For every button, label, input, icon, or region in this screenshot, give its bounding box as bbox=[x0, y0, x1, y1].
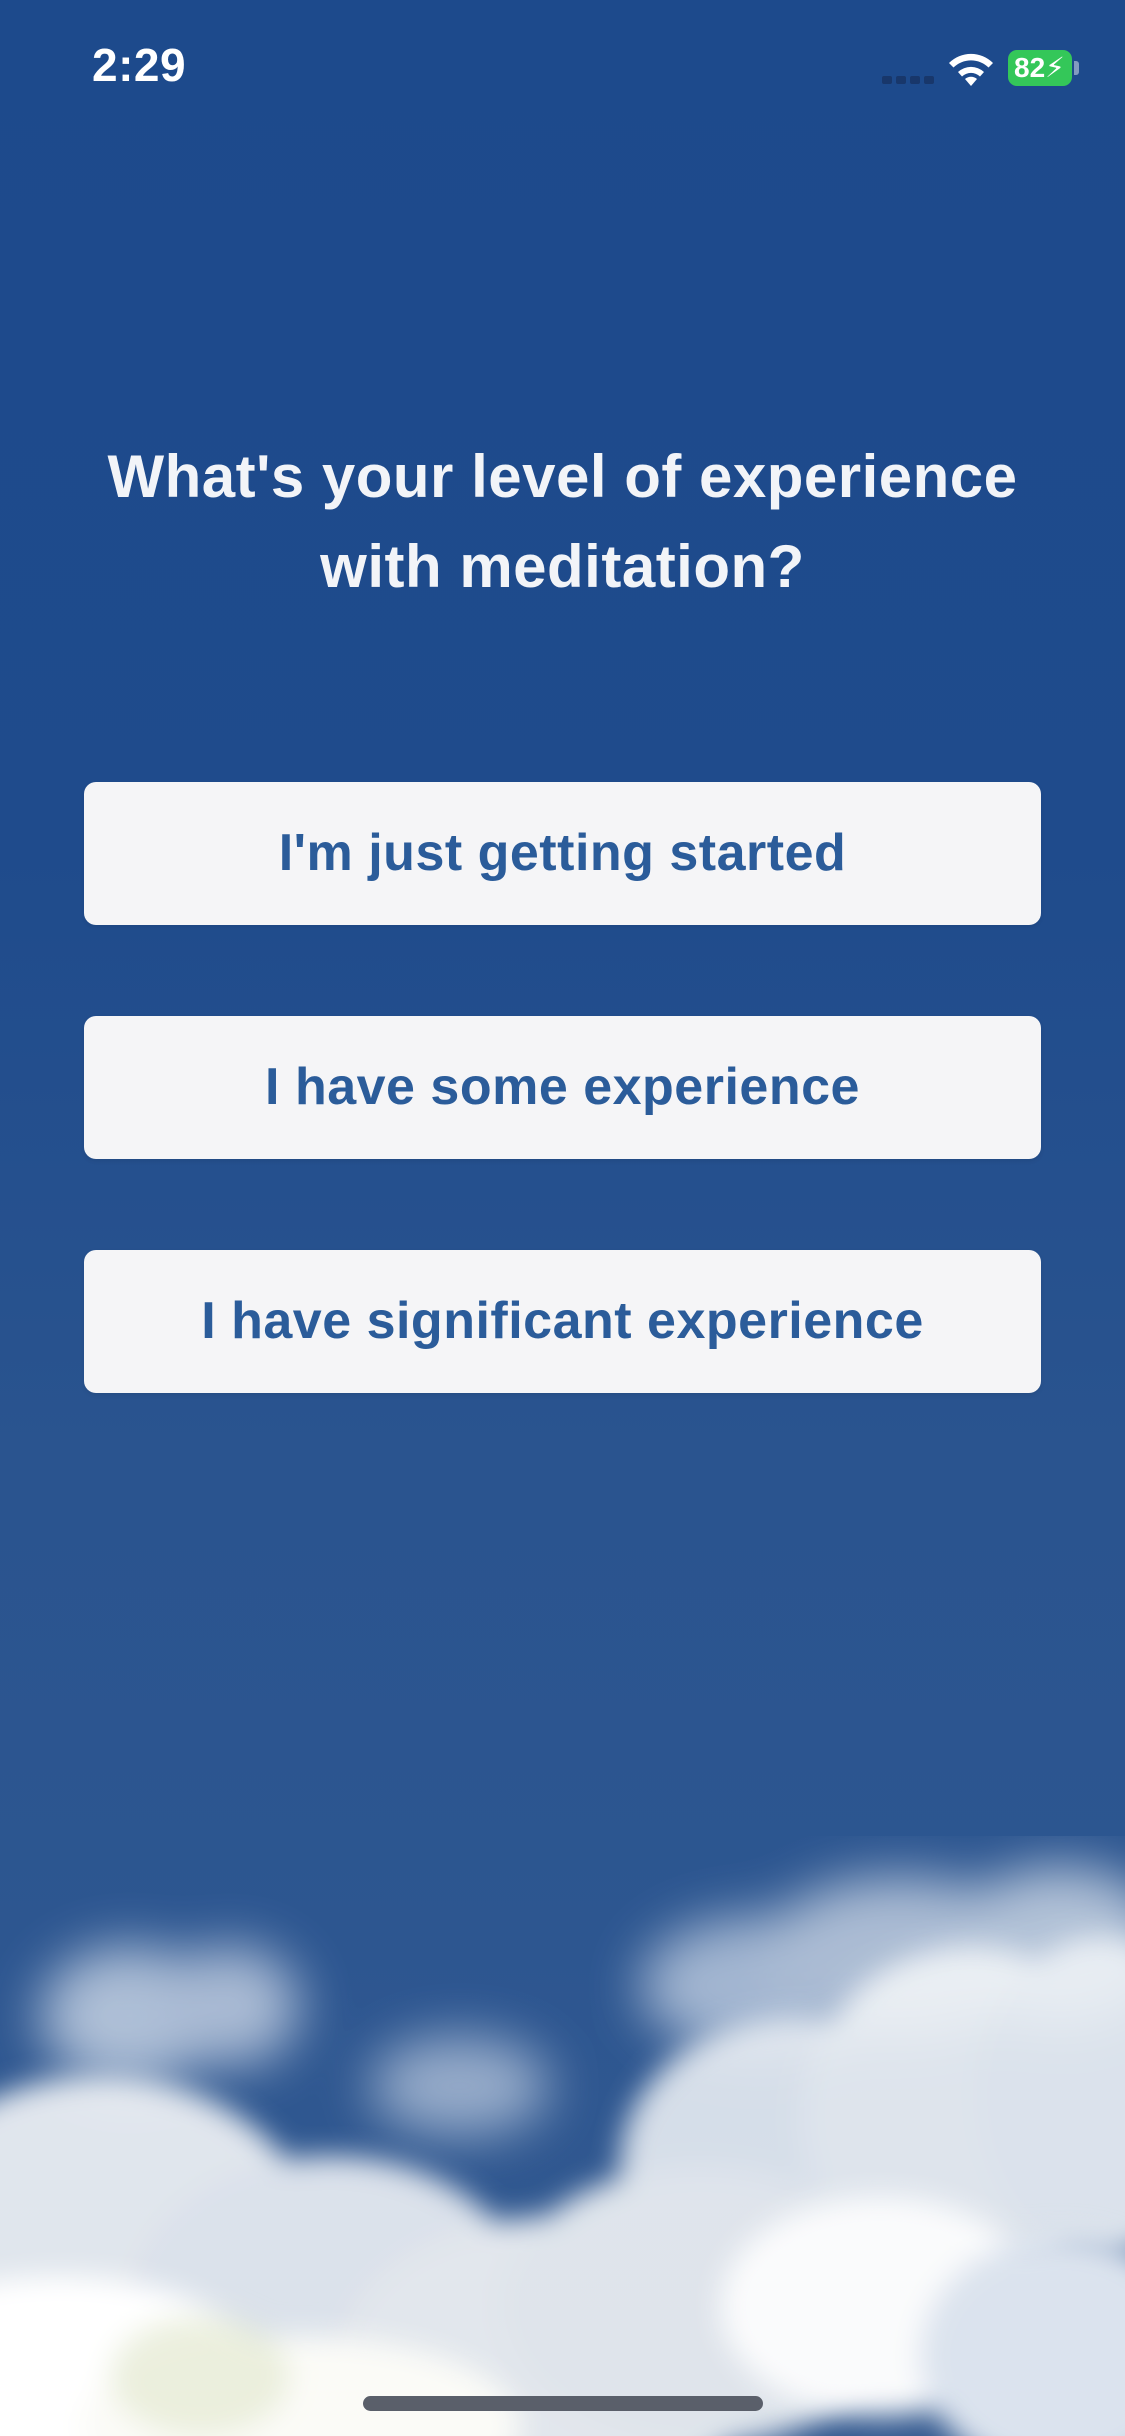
option-significant-experience-button[interactable]: I have significant experience bbox=[84, 1250, 1041, 1393]
question-title: What's your level of experience with med… bbox=[107, 443, 1018, 600]
option-getting-started-button[interactable]: I'm just getting started bbox=[84, 782, 1041, 925]
status-time: 2:29 bbox=[92, 39, 187, 91]
charging-bolt-icon: ⚡ bbox=[1045, 52, 1065, 83]
option-some-experience-button[interactable]: I have some experience bbox=[84, 1016, 1041, 1159]
home-indicator[interactable] bbox=[363, 2396, 763, 2411]
signal-icon bbox=[882, 74, 934, 84]
wifi-icon bbox=[949, 53, 993, 86]
onboarding-screen: 2:29 82⚡ What's your level of experience… bbox=[0, 0, 1125, 2436]
battery-level: 82⚡ bbox=[1008, 50, 1072, 86]
battery-icon: 82⚡ bbox=[1008, 50, 1079, 86]
clouds-illustration bbox=[0, 1866, 1125, 2436]
battery-cap bbox=[1074, 61, 1079, 75]
status-bar: 2:29 82⚡ bbox=[0, 0, 1125, 140]
